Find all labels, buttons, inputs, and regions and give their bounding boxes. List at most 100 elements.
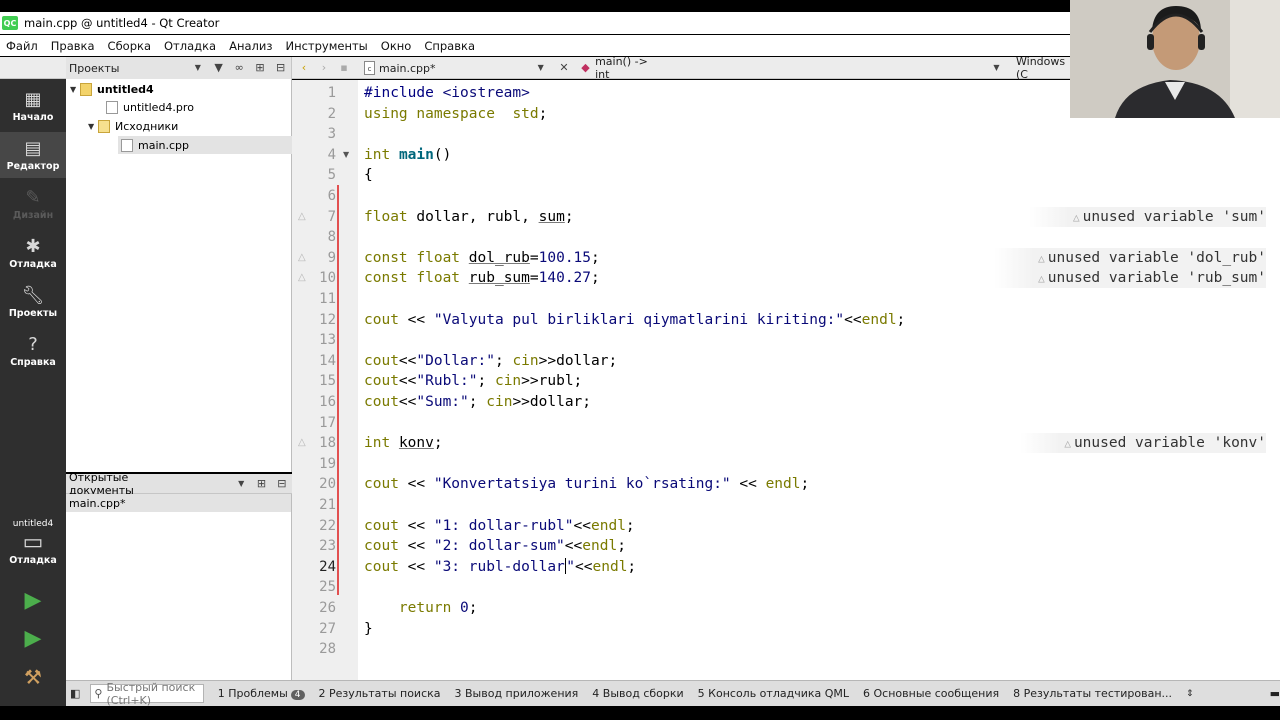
tree-item-sources[interactable]: ▼ Исходники <box>88 117 178 135</box>
pane-compile-output[interactable]: 4 Вывод сборки <box>592 687 683 700</box>
function-combo-label[interactable]: main() -> int <box>595 55 651 81</box>
file-tab-label[interactable]: main.cpp* <box>379 62 436 75</box>
menu-help[interactable]: Справка <box>424 39 475 53</box>
code-line[interactable]: return 0; <box>364 598 478 618</box>
line-number[interactable]: 23 <box>292 536 336 556</box>
build-button[interactable]: ⚒ <box>0 660 66 696</box>
menu-analyze[interactable]: Анализ <box>229 39 272 53</box>
inline-warning[interactable]: △ unused variable 'konv' <box>1020 433 1266 454</box>
debug-run-button[interactable]: ▶ <box>0 622 66 658</box>
line-number[interactable]: 5 <box>292 165 336 185</box>
tree-item-main-cpp[interactable]: main.cpp <box>118 136 292 154</box>
code-line[interactable]: cout<<"Sum:"; cin>>dollar; <box>364 392 591 412</box>
line-number[interactable]: 28 <box>292 639 336 659</box>
more-panes-icon[interactable]: ⇕ <box>1186 689 1194 699</box>
quick-search-input[interactable]: ⚲ Быстрый поиск (Ctrl+K) <box>90 681 204 707</box>
line-number[interactable]: 15 <box>292 371 336 391</box>
line-number-gutter[interactable]: 1 2 3 4 ▼ 5 6 7 △ 8 9 △ 10 △ 11 12 13 14 15 16 17 18 △ 19 20 21 22… <box>292 80 358 680</box>
line-number[interactable]: 25 <box>292 577 336 597</box>
pane-search-results[interactable]: 2 Результаты поиска <box>319 687 441 700</box>
code-editor[interactable]: #include <iostream> using namespace std; i… <box>358 80 1280 680</box>
fold-marker-icon[interactable]: ▼ <box>343 150 349 159</box>
open-document-item[interactable]: main.cpp* <box>66 494 291 512</box>
line-number[interactable]: 22 <box>292 516 336 536</box>
code-line[interactable]: using namespace std; <box>364 104 547 124</box>
inline-warning[interactable]: △ unused variable 'sum' <box>1029 206 1266 227</box>
line-number[interactable]: 27 <box>292 619 336 639</box>
split-icon[interactable]: ⊞ <box>255 477 267 491</box>
menu-file[interactable]: Файл <box>6 39 38 53</box>
menu-tools[interactable]: Инструменты <box>285 39 367 53</box>
close-pane-icon[interactable]: ⊟ <box>276 477 288 491</box>
chevron-down-icon[interactable]: ▼ <box>192 61 205 75</box>
progress-icon[interactable]: ▬ <box>1270 687 1280 700</box>
mode-debug[interactable]: ✱ Отладка <box>0 230 66 276</box>
code-line[interactable]: } <box>364 619 373 639</box>
pane-general-messages[interactable]: 6 Основные сообщения <box>863 687 999 700</box>
pane-qml-console[interactable]: 5 Консоль отладчика QML <box>698 687 849 700</box>
tree-item-project[interactable]: ▼ untitled4 <box>70 80 154 98</box>
split-icon[interactable]: ⊞ <box>254 61 267 75</box>
warning-icon[interactable]: △ <box>298 252 306 263</box>
link-icon[interactable]: ∞ <box>233 61 246 75</box>
caret-down-icon[interactable]: ▼ <box>70 85 80 94</box>
code-line[interactable]: float dollar, rubl, sum; <box>364 207 574 227</box>
line-number[interactable]: 6 <box>292 186 336 206</box>
pane-application-output[interactable]: 3 Вывод приложения <box>455 687 579 700</box>
line-number[interactable]: 2 <box>292 104 336 124</box>
code-line[interactable]: const float dol_rub=100.15; <box>364 248 600 268</box>
warning-icon[interactable]: △ <box>298 437 306 448</box>
caret-down-icon[interactable]: ▼ <box>88 122 98 131</box>
toggle-sidebar-icon[interactable]: ◧ <box>70 687 80 701</box>
warning-icon[interactable]: △ <box>298 272 306 283</box>
filter-icon[interactable]: ▼ <box>212 61 225 75</box>
line-number[interactable]: 20 <box>292 474 336 494</box>
code-line[interactable]: int konv; <box>364 433 443 453</box>
pane-test-results[interactable]: 8 Результаты тестирован... <box>1013 687 1172 700</box>
code-line[interactable]: cout<<"Dollar:"; cin>>dollar; <box>364 351 617 371</box>
menu-edit[interactable]: Правка <box>51 39 95 53</box>
mode-projects[interactable]: 🔧︎ Проекты <box>0 279 66 325</box>
line-number[interactable]: 12 <box>292 310 336 330</box>
projects-combo-label[interactable]: Проекты <box>69 62 120 75</box>
line-number[interactable]: 4 <box>292 145 336 165</box>
line-number[interactable]: 21 <box>292 495 336 515</box>
back-arrow-icon[interactable]: ‹ <box>298 61 310 75</box>
line-number[interactable]: 16 <box>292 392 336 412</box>
code-line[interactable]: { <box>364 165 373 185</box>
line-number[interactable]: 26 <box>292 598 336 618</box>
line-number[interactable]: 14 <box>292 351 336 371</box>
forward-arrow-icon[interactable]: › <box>318 61 330 75</box>
kit-selector[interactable]: untitled4 ▭ Отладка <box>0 507 66 577</box>
line-number[interactable]: 1 <box>292 83 336 103</box>
code-line[interactable]: cout << "1: dollar-rubl"<<endl; <box>364 516 635 536</box>
chevron-down-icon[interactable]: ▼ <box>235 477 247 491</box>
warning-icon[interactable]: △ <box>298 211 306 222</box>
code-line[interactable]: int main() <box>364 145 451 165</box>
pane-problems[interactable]: 1 Проблемы 4 <box>218 687 305 700</box>
mode-welcome[interactable]: ▦ Начало <box>0 83 66 129</box>
tree-item-pro-file[interactable]: untitled4.pro <box>106 98 194 116</box>
code-line[interactable]: cout << "Valyuta pul birliklari qiymatla… <box>364 310 905 330</box>
code-line[interactable]: cout << "2: dollar-sum"<<endl; <box>364 536 626 556</box>
line-number[interactable]: 19 <box>292 454 336 474</box>
line-number[interactable]: 13 <box>292 330 336 350</box>
mode-editor[interactable]: ▤ Редактор <box>0 132 66 178</box>
close-pane-icon[interactable]: ⊟ <box>274 61 287 75</box>
open-documents-title[interactable]: Открытые документы <box>69 471 181 497</box>
run-button[interactable]: ▶ <box>0 584 66 620</box>
line-number[interactable]: 8 <box>292 227 336 247</box>
line-number[interactable]: 11 <box>292 289 336 309</box>
line-ending-combo[interactable]: Windows (C <box>1016 55 1076 81</box>
chevron-down-icon[interactable]: ▼ <box>536 61 547 75</box>
menu-window[interactable]: Окно <box>381 39 412 53</box>
inline-warning[interactable]: △ unused variable 'dol_rub' <box>994 247 1266 268</box>
line-number[interactable]: 17 <box>292 413 336 433</box>
menu-build[interactable]: Сборка <box>108 39 151 53</box>
mode-help[interactable]: ? Справка <box>0 328 66 374</box>
line-number[interactable]: 3 <box>292 124 336 144</box>
menu-debug[interactable]: Отладка <box>164 39 216 53</box>
chevron-down-icon[interactable]: ▼ <box>991 61 1002 75</box>
line-number[interactable]: 24 <box>292 557 336 577</box>
inline-warning[interactable]: △ unused variable 'rub_sum' <box>994 268 1266 289</box>
